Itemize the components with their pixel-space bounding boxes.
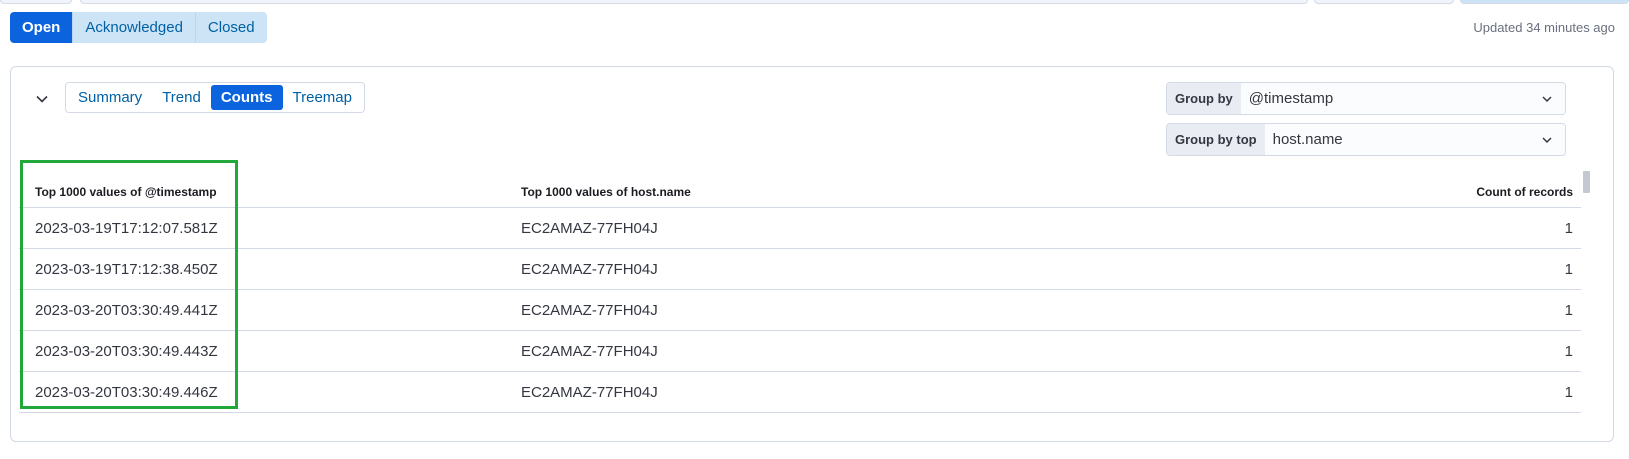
group-by-control: Group by @timestamp — [1166, 82, 1566, 115]
alerts-summary-panel: Summary Trend Counts Treemap Group by @t… — [10, 66, 1614, 442]
search-bar-fragment[interactable] — [80, 0, 1308, 4]
cell-host: EC2AMAZ-77FH04J — [521, 383, 658, 401]
cell-host: EC2AMAZ-77FH04J — [521, 219, 658, 237]
table-row: 2023-03-20T03:30:49.446Z EC2AMAZ-77FH04J… — [19, 372, 1581, 413]
tab-trend[interactable]: Trend — [152, 85, 211, 110]
cell-timestamp: 2023-03-19T17:12:38.450Z — [35, 260, 218, 278]
cell-count: 1 — [1564, 301, 1573, 319]
status-closed-button[interactable]: Closed — [194, 12, 267, 43]
alerts-page: Open Acknowledged Closed Updated 34 minu… — [0, 0, 1629, 459]
tab-treemap[interactable]: Treemap — [283, 85, 362, 110]
group-by-label: Group by — [1167, 83, 1241, 114]
cell-host: EC2AMAZ-77FH04J — [521, 301, 658, 319]
table-scrollbar[interactable] — [1583, 171, 1590, 193]
cell-host: EC2AMAZ-77FH04J — [521, 260, 658, 278]
collapse-button[interactable] — [32, 89, 52, 109]
toolbar-fragment[interactable] — [1314, 0, 1454, 4]
column-header-host[interactable]: Top 1000 values of host.name — [521, 185, 1121, 199]
cell-timestamp: 2023-03-20T03:30:49.443Z — [35, 342, 218, 360]
cell-count: 1 — [1564, 383, 1573, 401]
chevron-down-icon — [1542, 95, 1552, 102]
table-row: 2023-03-19T17:12:07.581Z EC2AMAZ-77FH04J… — [19, 208, 1581, 249]
cell-count: 1 — [1564, 260, 1573, 278]
group-by-select[interactable]: @timestamp — [1240, 83, 1565, 114]
toolbar-button-fragment[interactable] — [1460, 0, 1629, 4]
group-by-top-select[interactable]: host.name — [1264, 124, 1565, 155]
view-tabs: Summary Trend Counts Treemap — [65, 82, 365, 113]
group-by-value: @timestamp — [1248, 90, 1334, 107]
column-header-timestamp[interactable]: Top 1000 values of @timestamp — [19, 185, 521, 199]
table-row: 2023-03-20T03:30:49.441Z EC2AMAZ-77FH04J… — [19, 290, 1581, 331]
group-by-top-value: host.name — [1272, 131, 1343, 148]
table-row: 2023-03-19T17:12:38.450Z EC2AMAZ-77FH04J… — [19, 249, 1581, 290]
chevron-down-icon — [36, 95, 48, 103]
cell-count: 1 — [1564, 342, 1573, 360]
toolbar-fragment — [0, 0, 72, 4]
cell-timestamp: 2023-03-20T03:30:49.446Z — [35, 383, 218, 401]
status-open-button[interactable]: Open — [10, 12, 73, 43]
counts-table: Top 1000 values of @timestamp Top 1000 v… — [19, 171, 1581, 413]
status-filter-group: Open Acknowledged Closed — [10, 12, 267, 43]
cell-count: 1 — [1564, 219, 1573, 237]
toolbar-remnant — [0, 0, 1629, 6]
column-header-count[interactable]: Count of records — [1121, 185, 1581, 199]
chevron-down-icon — [1542, 136, 1552, 143]
status-acknowledged-button[interactable]: Acknowledged — [72, 12, 195, 43]
cell-timestamp: 2023-03-19T17:12:07.581Z — [35, 219, 218, 237]
group-by-top-control: Group by top host.name — [1166, 123, 1566, 156]
table-row: 2023-03-20T03:30:49.443Z EC2AMAZ-77FH04J… — [19, 331, 1581, 372]
cell-timestamp: 2023-03-20T03:30:49.441Z — [35, 301, 218, 319]
table-header: Top 1000 values of @timestamp Top 1000 v… — [19, 171, 1581, 208]
tab-counts[interactable]: Counts — [210, 85, 283, 110]
updated-timestamp: Updated 34 minutes ago — [1473, 20, 1615, 35]
tab-summary[interactable]: Summary — [68, 85, 152, 110]
cell-host: EC2AMAZ-77FH04J — [521, 342, 658, 360]
group-by-top-label: Group by top — [1167, 124, 1265, 155]
